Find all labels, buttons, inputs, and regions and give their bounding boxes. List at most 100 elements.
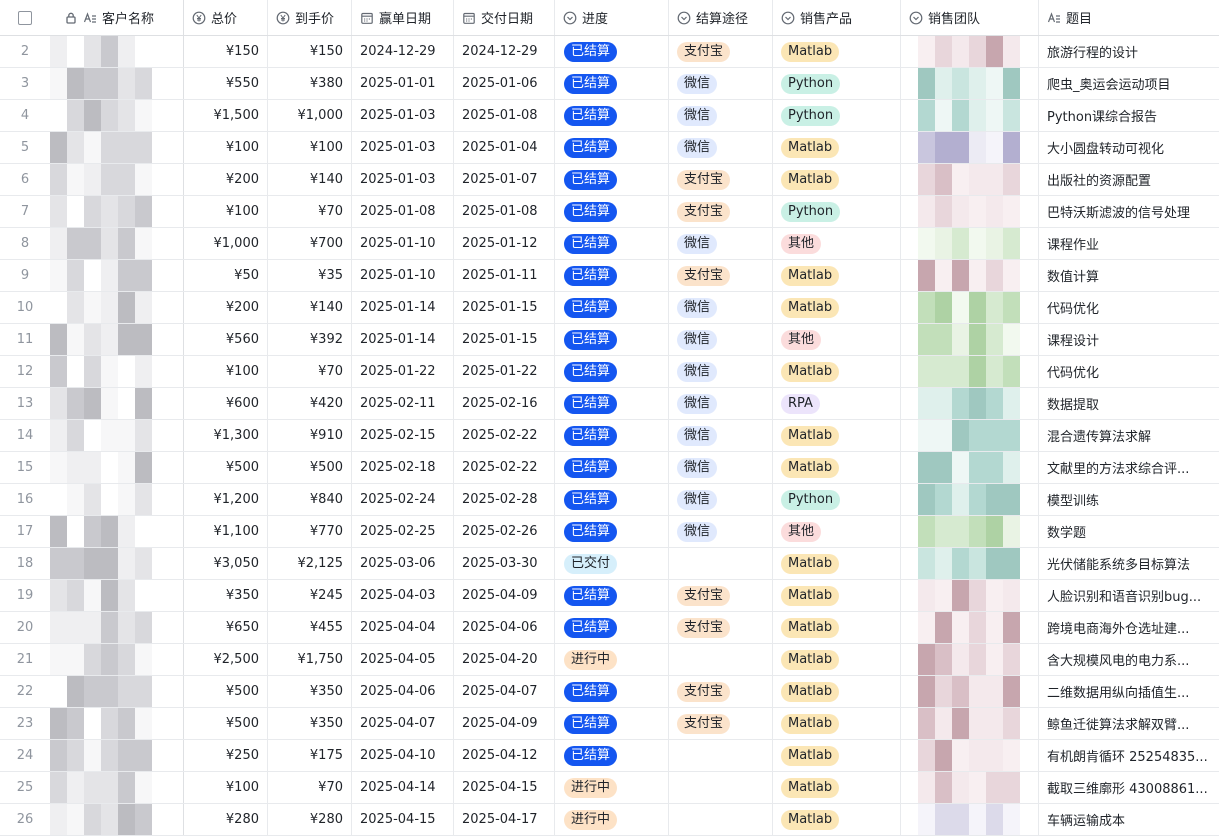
product-cell[interactable]: Python [773, 100, 901, 131]
row-number-cell[interactable]: 3 [0, 68, 50, 99]
customer-name-cell[interactable] [50, 452, 184, 483]
product-cell[interactable]: Matlab [773, 36, 901, 67]
product-cell[interactable]: Matlab [773, 580, 901, 611]
column-header-payment[interactable]: 结算途径 [669, 0, 773, 35]
topic-cell[interactable]: 跨境电商海外仓选址建... [1039, 612, 1219, 643]
net-price-cell[interactable]: ¥420 [268, 388, 352, 419]
total-price-cell[interactable]: ¥100 [184, 196, 268, 227]
row-number-cell[interactable]: 2 [0, 36, 50, 67]
topic-cell[interactable]: 课程设计 [1039, 324, 1219, 355]
progress-cell[interactable]: 已结算 [555, 324, 669, 355]
customer-name-cell[interactable] [50, 228, 184, 259]
select-all-checkbox[interactable] [18, 10, 32, 25]
row-number-cell[interactable]: 24 [0, 740, 50, 771]
sales-team-cell[interactable] [901, 196, 1039, 227]
sales-team-cell[interactable] [901, 36, 1039, 67]
total-price-cell[interactable]: ¥280 [184, 804, 268, 835]
row-number-cell[interactable]: 17 [0, 516, 50, 547]
table-row[interactable]: 11 ¥560 ¥392 2025-01-14 2025-01-15 已结算 微信 其他 课程设… [0, 324, 1219, 356]
product-cell[interactable]: Python [773, 484, 901, 515]
progress-cell[interactable]: 已结算 [555, 516, 669, 547]
delivery-date-cell[interactable]: 2025-01-08 [454, 196, 555, 227]
progress-cell[interactable]: 已结算 [555, 68, 669, 99]
net-price-cell[interactable]: ¥280 [268, 804, 352, 835]
table-row[interactable]: 25 ¥100 ¥70 2025-04-14 2025-04-15 进行中 Matlab 截取… [0, 772, 1219, 804]
customer-name-cell[interactable] [50, 740, 184, 771]
sales-team-cell[interactable] [901, 612, 1039, 643]
net-price-cell[interactable]: ¥70 [268, 356, 352, 387]
total-price-cell[interactable]: ¥550 [184, 68, 268, 99]
topic-cell[interactable]: 出版社的资源配置 [1039, 164, 1219, 195]
win-date-cell[interactable]: 2025-01-08 [352, 196, 454, 227]
customer-name-cell[interactable] [50, 772, 184, 803]
topic-cell[interactable]: 车辆运输成本 [1039, 804, 1219, 835]
total-price-cell[interactable]: ¥3,050 [184, 548, 268, 579]
select-all-cell[interactable] [0, 0, 50, 35]
column-header-topic[interactable]: 题目 [1039, 0, 1219, 35]
product-cell[interactable]: RPA [773, 388, 901, 419]
delivery-date-cell[interactable]: 2025-01-15 [454, 292, 555, 323]
progress-cell[interactable]: 已结算 [555, 260, 669, 291]
row-number-cell[interactable]: 13 [0, 388, 50, 419]
product-cell[interactable]: Matlab [773, 420, 901, 451]
progress-cell[interactable]: 已结算 [555, 580, 669, 611]
payment-cell[interactable]: 支付宝 [669, 36, 773, 67]
customer-name-cell[interactable] [50, 676, 184, 707]
progress-cell[interactable]: 已结算 [555, 420, 669, 451]
sales-team-cell[interactable] [901, 420, 1039, 451]
net-price-cell[interactable]: ¥2,125 [268, 548, 352, 579]
table-row[interactable]: 26 ¥280 ¥280 2025-04-15 2025-04-17 进行中 Matlab 车… [0, 804, 1219, 836]
delivery-date-cell[interactable]: 2025-01-06 [454, 68, 555, 99]
delivery-date-cell[interactable]: 2025-01-11 [454, 260, 555, 291]
win-date-cell[interactable]: 2025-04-14 [352, 772, 454, 803]
table-row[interactable]: 16 ¥1,200 ¥840 2025-02-24 2025-02-28 已结算 微信 Pyt… [0, 484, 1219, 516]
win-date-cell[interactable]: 2025-01-03 [352, 164, 454, 195]
product-cell[interactable]: Matlab [773, 292, 901, 323]
payment-cell[interactable]: 微信 [669, 292, 773, 323]
table-row[interactable]: 15 ¥500 ¥500 2025-02-18 2025-02-22 已结算 微信 Matla… [0, 452, 1219, 484]
topic-cell[interactable]: 数值计算 [1039, 260, 1219, 291]
delivery-date-cell[interactable]: 2025-04-17 [454, 804, 555, 835]
topic-cell[interactable]: 数学题 [1039, 516, 1219, 547]
total-price-cell[interactable]: ¥350 [184, 580, 268, 611]
total-price-cell[interactable]: ¥1,500 [184, 100, 268, 131]
product-cell[interactable]: 其他 [773, 228, 901, 259]
payment-cell[interactable]: 支付宝 [669, 676, 773, 707]
win-date-cell[interactable]: 2025-01-10 [352, 260, 454, 291]
net-price-cell[interactable]: ¥350 [268, 708, 352, 739]
payment-cell[interactable]: 微信 [669, 228, 773, 259]
payment-cell[interactable] [669, 772, 773, 803]
total-price-cell[interactable]: ¥200 [184, 164, 268, 195]
delivery-date-cell[interactable]: 2025-01-04 [454, 132, 555, 163]
customer-name-cell[interactable] [50, 708, 184, 739]
row-number-cell[interactable]: 12 [0, 356, 50, 387]
progress-cell[interactable]: 已结算 [555, 100, 669, 131]
product-cell[interactable]: Python [773, 196, 901, 227]
progress-cell[interactable]: 已结算 [555, 740, 669, 771]
win-date-cell[interactable]: 2025-02-18 [352, 452, 454, 483]
win-date-cell[interactable]: 2025-04-15 [352, 804, 454, 835]
customer-name-cell[interactable] [50, 644, 184, 675]
product-cell[interactable]: Matlab [773, 804, 901, 835]
delivery-date-cell[interactable]: 2025-02-16 [454, 388, 555, 419]
sales-team-cell[interactable] [901, 804, 1039, 835]
customer-name-cell[interactable] [50, 132, 184, 163]
row-number-cell[interactable]: 15 [0, 452, 50, 483]
sales-team-cell[interactable] [901, 356, 1039, 387]
sales-team-cell[interactable] [901, 772, 1039, 803]
product-cell[interactable]: Matlab [773, 356, 901, 387]
win-date-cell[interactable]: 2025-04-07 [352, 708, 454, 739]
progress-cell[interactable]: 已结算 [555, 228, 669, 259]
column-header-total[interactable]: 总价 [184, 0, 268, 35]
customer-name-cell[interactable] [50, 580, 184, 611]
progress-cell[interactable]: 已交付 [555, 548, 669, 579]
topic-cell[interactable]: 巴特沃斯滤波的信号处理 [1039, 196, 1219, 227]
product-cell[interactable]: 其他 [773, 324, 901, 355]
progress-cell[interactable]: 已结算 [555, 676, 669, 707]
net-price-cell[interactable]: ¥175 [268, 740, 352, 771]
product-cell[interactable]: Matlab [773, 612, 901, 643]
table-row[interactable]: 9 ¥50 ¥35 2025-01-10 2025-01-11 已结算 支付宝 Matlab 数… [0, 260, 1219, 292]
total-price-cell[interactable]: ¥500 [184, 708, 268, 739]
customer-name-cell[interactable] [50, 260, 184, 291]
net-price-cell[interactable]: ¥500 [268, 452, 352, 483]
